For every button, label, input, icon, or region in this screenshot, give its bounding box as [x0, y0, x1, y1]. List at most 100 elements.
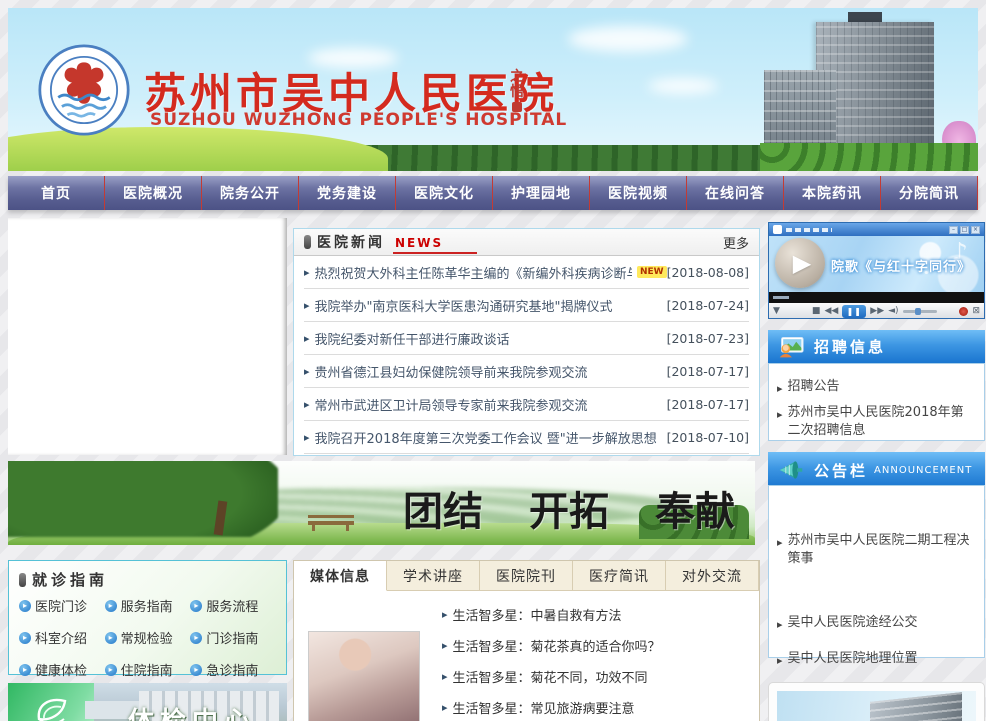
news-link[interactable]: 我院召开2018年度第三次党委工作会议 暨"进一步解放思想	[315, 428, 657, 447]
article-link[interactable]: 生活智多星：菊花不同，功效不同	[453, 667, 648, 686]
news-link[interactable]: 我院纪委对新任干部进行廉政谈话	[315, 329, 510, 348]
guide-link[interactable]: ▸ 服务指南	[105, 596, 191, 615]
menu-button[interactable]: ▼	[773, 307, 780, 316]
news-title: 医院新闻	[317, 232, 385, 252]
hospital-building-image	[760, 8, 978, 171]
nav-item[interactable]: 首页	[8, 176, 105, 210]
nav-item[interactable]: 在线问答	[687, 176, 784, 210]
guide-link[interactable]: ▸ 医院门诊	[19, 596, 105, 615]
hospital-intro-card[interactable]: 医院简介	[768, 682, 985, 721]
nav-item[interactable]: 党务建设	[299, 176, 396, 210]
slogan-banner: 团结开拓奉献	[8, 461, 755, 545]
tab[interactable]: 医院院刊	[480, 561, 573, 591]
guide-link-label: 服务指南	[121, 596, 173, 615]
intro-title: 医院简介	[787, 717, 863, 721]
announcement-header: 公告栏 ANNOUNCEMENT	[768, 452, 985, 488]
announcement-link[interactable]: 吴中人民医院途经公交	[788, 614, 918, 634]
player-controls: ▼ ■ ◀◀ ❚❚ ▶▶ ◄) ⊠	[769, 303, 984, 319]
circle-arrow-icon: ▸	[105, 664, 117, 676]
tab[interactable]: 医疗简讯	[573, 561, 666, 591]
news-link[interactable]: 常州市武进区卫计局领导专家前来我院参观交流	[315, 395, 588, 414]
play-button[interactable]: ▶	[775, 238, 825, 288]
player-logo-icon	[773, 225, 782, 234]
article-link[interactable]: 生活智多星：中暑自救有方法	[453, 605, 622, 624]
cloud-decoration	[568, 26, 688, 52]
nav-item[interactable]: 医院概况	[105, 176, 202, 210]
fullscreen-button[interactable]: ⊠	[972, 307, 980, 316]
news-more-link[interactable]: 更多	[723, 233, 749, 252]
circle-arrow-icon: ▸	[190, 600, 202, 612]
record-button[interactable]	[959, 307, 968, 316]
minimize-icon[interactable]: –	[949, 226, 958, 234]
guide-link[interactable]: ▸ 常规检验	[105, 628, 191, 647]
triangle-bullet-icon: ▸	[442, 639, 448, 652]
article-link[interactable]: 生活智多星：常见旅游病要注意	[453, 698, 635, 717]
guide-link[interactable]: ▸ 门诊指南	[190, 628, 276, 647]
triangle-bullet-icon: ▸	[442, 670, 448, 683]
slideshow-placeholder[interactable]	[8, 218, 287, 455]
nav-item[interactable]: 本院药讯	[784, 176, 881, 210]
pause-button[interactable]: ❚❚	[842, 305, 866, 318]
triangle-bullet-icon: ▸	[304, 266, 310, 279]
guide-links: ▸ 医院门诊 ▸ 服务指南 ▸ 服务流程 ▸ 科室介绍	[9, 592, 286, 683]
guide-link[interactable]: ▸ 服务流程	[190, 596, 276, 615]
news-link[interactable]: 热烈祝贺大外科主任陈革华主编的《新编外科疾病诊断与治	[315, 263, 632, 282]
stop-button[interactable]: ■	[812, 307, 821, 316]
news-header: 医院新闻 NEWS 更多	[294, 229, 759, 256]
article-photo	[308, 631, 420, 721]
main-nav: 首页 医院概况 院务公开 党务建设 医院文化 护理园地 医院视频 在线问答 本院…	[8, 176, 978, 210]
tab[interactable]: 学术讲座	[387, 561, 480, 591]
news-date: [2018-08-08]	[667, 265, 749, 280]
circle-arrow-icon: ▸	[19, 600, 31, 612]
close-icon[interactable]: ×	[971, 226, 980, 234]
guide-link[interactable]: ▸ 急诊指南	[190, 660, 276, 679]
circle-arrow-icon: ▸	[19, 664, 31, 676]
next-button[interactable]: ▶▶	[870, 307, 884, 316]
triangle-bullet-icon: ▸	[777, 652, 783, 670]
volume-icon[interactable]: ◄)	[888, 307, 898, 316]
nav-item[interactable]: 院务公开	[202, 176, 299, 210]
news-link[interactable]: 我院举办"南京医科大学医患沟通研究基地"揭牌仪式	[315, 296, 613, 315]
previous-button[interactable]: ◀◀	[824, 307, 838, 316]
announcement-title-en: ANNOUNCEMENT	[874, 465, 972, 476]
video-player: – □ × ♪ ♫ ▶ 院歌《与红十字同行》 ▼ ■ ◀◀ ❚❚ ▶▶ ◄) ⊠	[768, 222, 985, 319]
guide-link-label: 医院门诊	[35, 596, 87, 615]
recruit-item: ▸ 招聘公告	[777, 378, 976, 398]
recruit-link[interactable]: 招聘公告	[788, 378, 840, 398]
article-item: ▸ 生活智多星：菊花不同，功效不同	[442, 661, 749, 692]
guide-header: 就诊指南	[9, 561, 286, 592]
article-item: ▸ 生活智多星：菊花茶真的适合你吗？	[442, 630, 749, 661]
guide-link[interactable]: ▸ 科室介绍	[19, 628, 105, 647]
guide-link-label: 常规检验	[121, 628, 173, 647]
checkup-banner[interactable]: 体检中心	[8, 683, 287, 721]
tab[interactable]: 对外交流	[666, 561, 759, 591]
nav-item[interactable]: 护理园地	[493, 176, 590, 210]
news-date: [2018-07-23]	[667, 331, 749, 346]
play-icon: ▶	[793, 249, 811, 277]
circle-arrow-icon: ▸	[190, 632, 202, 644]
announcement-link[interactable]: 苏州市吴中人民医院二期工程决策事	[788, 532, 976, 568]
triangle-bullet-icon: ▸	[442, 701, 448, 714]
triangle-bullet-icon: ▸	[777, 406, 783, 440]
guide-section: 就诊指南 ▸ 医院门诊 ▸ 服务指南 ▸ 服务流程 ▸	[8, 560, 287, 675]
nav-item[interactable]: 分院简讯	[881, 176, 978, 210]
recruit-link[interactable]: 苏州市吴中人民医院2018年第二次招聘信息	[788, 404, 976, 440]
announcement-item: ▸ 吴中人民医院地理位置	[777, 650, 976, 670]
triangle-bullet-icon: ▸	[442, 608, 448, 621]
cloud-decoration	[648, 78, 718, 94]
announcement-link[interactable]: 吴中人民医院地理位置	[788, 650, 918, 670]
guide-link[interactable]: ▸ 健康体检	[19, 660, 105, 679]
article-link[interactable]: 生活智多星：菊花茶真的适合你吗？	[453, 636, 661, 655]
player-title-text	[786, 228, 832, 232]
nav-item[interactable]: 医院文化	[396, 176, 493, 210]
news-link[interactable]: 贵州省德江县妇幼保健院领导前来我院参观交流	[315, 362, 588, 381]
news-date: [2018-07-10]	[667, 430, 749, 445]
maximize-icon[interactable]: □	[960, 226, 969, 234]
site-header: 苏州市吴中人民医院 SUZHOU WUZHONG PEOPLE'S HOSPIT…	[8, 8, 978, 171]
nav-item[interactable]: 医院视频	[590, 176, 687, 210]
volume-slider[interactable]	[903, 310, 937, 313]
leaf-swirl-icon	[31, 695, 71, 721]
guide-link[interactable]: ▸ 住院指南	[105, 660, 191, 679]
triangle-bullet-icon: ▸	[304, 398, 310, 411]
tab[interactable]: 媒体信息	[294, 561, 387, 591]
